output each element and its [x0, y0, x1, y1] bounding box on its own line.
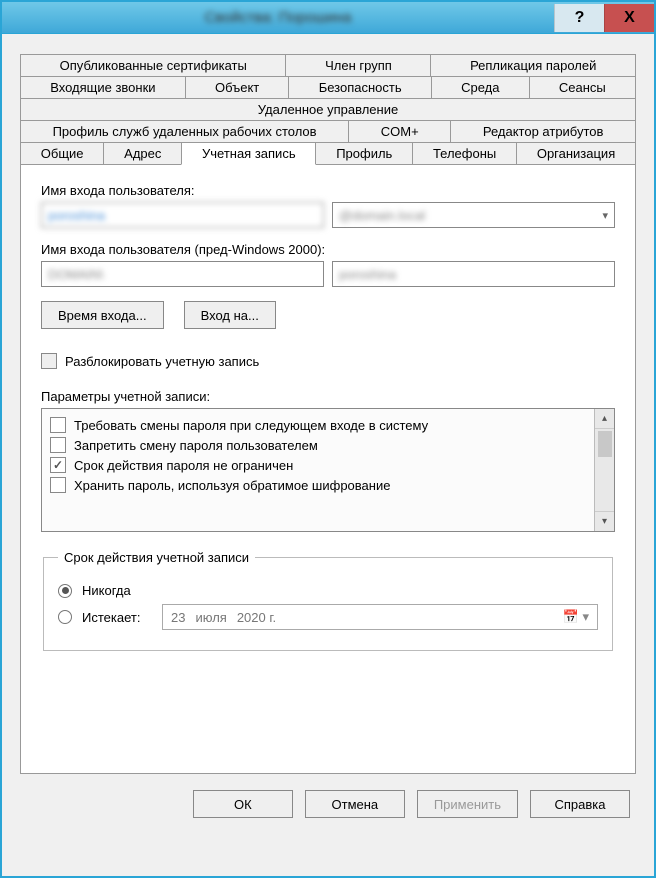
- unlock-account-checkbox[interactable]: [41, 353, 57, 369]
- expires-day: 23: [171, 610, 185, 625]
- account-options-inner: Требовать смены пароля при следующем вхо…: [42, 409, 594, 531]
- account-options-label: Параметры учетной записи:: [41, 389, 615, 404]
- option-reversible-encryption-label: Хранить пароль, используя обратимое шифр…: [74, 478, 390, 493]
- window-title: Свойства: Порошина: [2, 9, 554, 26]
- account-options-scrollbar[interactable]: ▴ ▾: [594, 409, 614, 531]
- option-pwd-never-expires-label: Срок действия пароля не ограничен: [74, 458, 293, 473]
- tab-password-replication[interactable]: Репликация паролей: [430, 54, 636, 76]
- option-change-pwd-next[interactable]: Требовать смены пароля при следующем вхо…: [50, 415, 586, 435]
- ok-button[interactable]: ОК: [193, 790, 293, 818]
- expires-end-radio[interactable]: [58, 610, 72, 624]
- tab-attribute-editor[interactable]: Редактор атрибутов: [450, 120, 636, 142]
- tab-profile[interactable]: Профиль: [315, 142, 413, 164]
- option-cannot-change-pwd-label: Запретить смену пароля пользователем: [74, 438, 318, 453]
- tab-address[interactable]: Адрес: [103, 142, 182, 164]
- expires-end-label: Истекает:: [82, 610, 152, 625]
- scroll-thumb[interactable]: [598, 431, 612, 457]
- prewin-label: Имя входа пользователя (пред-Windows 200…: [41, 242, 615, 257]
- chevron-down-icon: ▾: [602, 209, 608, 222]
- expires-never-radio[interactable]: [58, 584, 72, 598]
- tab-security[interactable]: Безопасность: [288, 76, 431, 98]
- tab-strip: Опубликованные сертификаты Член групп Ре…: [20, 54, 636, 774]
- logon-name-input[interactable]: [41, 202, 324, 228]
- tab-complus[interactable]: COM+: [348, 120, 451, 142]
- tab-account[interactable]: Учетная запись: [181, 142, 316, 165]
- expires-date-picker[interactable]: 23 июля 2020 г. 📅 ▾: [162, 604, 598, 630]
- tab-telephones[interactable]: Телефоны: [412, 142, 517, 164]
- account-expires-legend: Срок действия учетной записи: [58, 550, 255, 565]
- prewin-domain-field: DOMAIN\: [41, 261, 324, 287]
- option-cannot-change-pwd-checkbox[interactable]: [50, 437, 66, 453]
- cancel-button[interactable]: Отмена: [305, 790, 405, 818]
- expires-never-label: Никогда: [82, 583, 131, 598]
- option-cannot-change-pwd[interactable]: Запретить смену пароля пользователем: [50, 435, 586, 455]
- logon-hours-button[interactable]: Время входа...: [41, 301, 164, 329]
- tab-member-of[interactable]: Член групп: [285, 54, 431, 76]
- apply-button[interactable]: Применить: [417, 790, 518, 818]
- tab-environment[interactable]: Среда: [431, 76, 530, 98]
- option-change-pwd-next-label: Требовать смены пароля при следующем вхо…: [74, 418, 428, 433]
- properties-dialog: Свойства: Порошина ? X Опубликованные се…: [0, 0, 656, 878]
- option-reversible-encryption-checkbox[interactable]: [50, 477, 66, 493]
- unlock-account-label: Разблокировать учетную запись: [65, 354, 259, 369]
- option-pwd-never-expires[interactable]: Срок действия пароля не ограничен: [50, 455, 586, 475]
- account-expires-group: Срок действия учетной записи Никогда Ист…: [43, 550, 613, 651]
- tab-sessions[interactable]: Сеансы: [529, 76, 636, 98]
- help-button-bottom[interactable]: Справка: [530, 790, 630, 818]
- close-button[interactable]: X: [604, 4, 654, 32]
- tab-published-certs[interactable]: Опубликованные сертификаты: [20, 54, 286, 76]
- tab-dialin[interactable]: Входящие звонки: [20, 76, 186, 98]
- prewin-domain-value: DOMAIN\: [48, 267, 104, 282]
- titlebar-buttons: ? X: [554, 4, 654, 32]
- tab-panel-account: Имя входа пользователя: @domain.local ▾ …: [20, 164, 636, 774]
- tab-organization[interactable]: Организация: [516, 142, 636, 164]
- calendar-icon[interactable]: 📅 ▾: [563, 609, 589, 625]
- tab-object[interactable]: Объект: [185, 76, 290, 98]
- titlebar: Свойства: Порошина ? X: [2, 2, 654, 34]
- tab-remote-control[interactable]: Удаленное управление: [20, 98, 636, 120]
- prewin-user-value: poroshina: [339, 267, 396, 282]
- client-area: Опубликованные сертификаты Член групп Ре…: [2, 34, 654, 876]
- expires-month: июля: [195, 610, 226, 625]
- account-options-list: Требовать смены пароля при следующем вхо…: [41, 408, 615, 532]
- tab-general[interactable]: Общие: [20, 142, 104, 164]
- option-reversible-encryption[interactable]: Хранить пароль, используя обратимое шифр…: [50, 475, 586, 495]
- logon-to-button[interactable]: Вход на...: [184, 301, 276, 329]
- help-button[interactable]: ?: [554, 4, 604, 32]
- scroll-down-icon[interactable]: ▾: [595, 511, 614, 531]
- upn-suffix-combo[interactable]: @domain.local ▾: [332, 202, 615, 228]
- upn-suffix-value: @domain.local: [339, 208, 425, 223]
- option-change-pwd-next-checkbox[interactable]: [50, 417, 66, 433]
- tab-rds-profile[interactable]: Профиль служб удаленных рабочих столов: [20, 120, 349, 142]
- dialog-buttons: ОК Отмена Применить Справка: [20, 774, 636, 824]
- expires-year: 2020 г.: [237, 610, 276, 625]
- scroll-up-icon[interactable]: ▴: [595, 409, 614, 429]
- logon-name-label: Имя входа пользователя:: [41, 183, 615, 198]
- option-pwd-never-expires-checkbox[interactable]: [50, 457, 66, 473]
- prewin-user-field[interactable]: poroshina: [332, 261, 615, 287]
